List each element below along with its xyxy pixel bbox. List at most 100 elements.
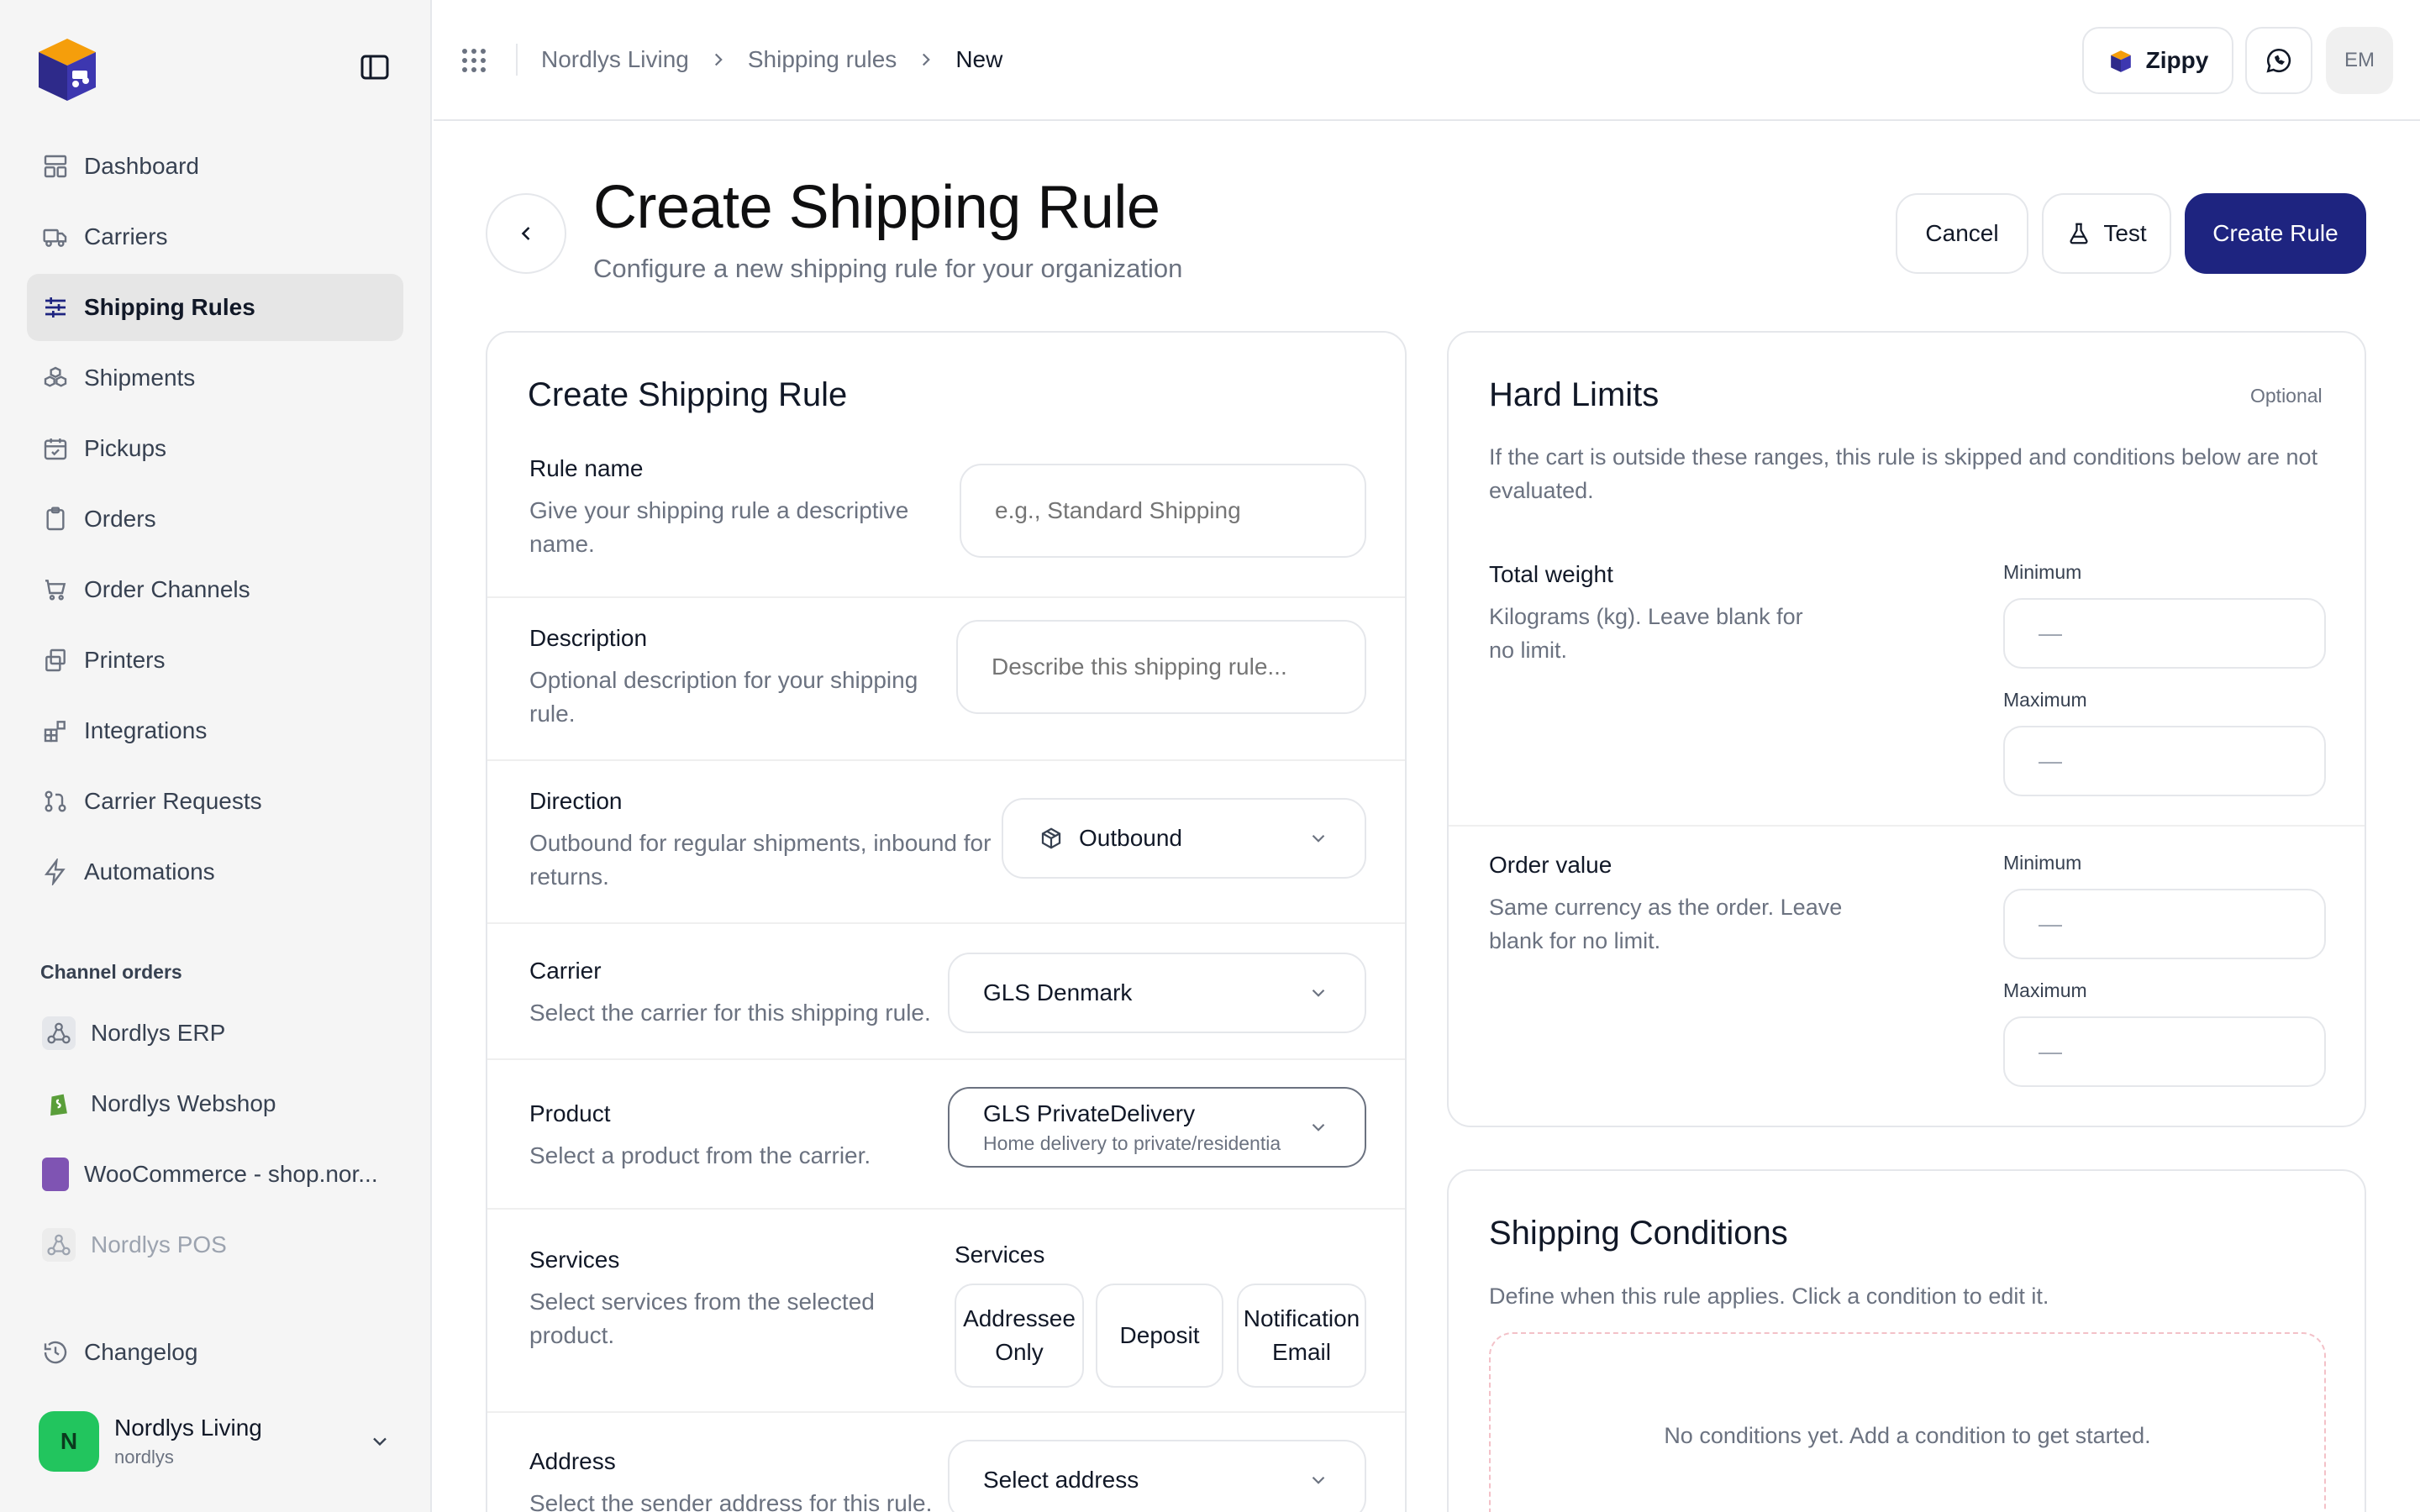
breadcrumb-org[interactable]: Nordlys Living [541,46,689,73]
order-maximum-label: Maximum [2003,979,2087,1001]
sidebar-item-pickups[interactable]: Pickups [27,415,403,482]
services-label: Services [529,1247,620,1273]
sidebar-item-printers[interactable]: Printers [27,627,403,694]
apps-grid-icon[interactable] [460,47,487,74]
chat-button[interactable] [2245,27,2312,94]
sidebar-item-label: Shipments [84,365,196,391]
flask-icon [2066,221,2091,246]
back-button[interactable] [486,193,566,274]
weight-maximum-input[interactable]: — [2003,726,2326,796]
chevron-left-icon [514,222,538,245]
chevron-down-icon [1307,1116,1329,1138]
sidebar-item-label: Automations [84,858,215,885]
zippy-label: Zippy [2145,47,2209,73]
sidebar-item-integrations[interactable]: Integrations [27,697,403,764]
product-label: Product [529,1100,611,1126]
breadcrumb-current: New [955,46,1003,72]
shipping-conditions-title: Shipping Conditions [1489,1215,1788,1252]
chevron-down-icon [1307,827,1329,849]
order-value-help: Same currency as the order. Leave blank … [1489,895,1843,953]
description-input[interactable] [956,620,1366,714]
zippy-button[interactable]: Zippy [2082,27,2233,94]
channel-item-nordlys-pos[interactable]: Nordlys POS [27,1211,403,1278]
sidebar-item-carrier-requests[interactable]: Carrier Requests [27,768,403,835]
webhook-icon [42,1228,76,1262]
direction-select[interactable]: Outbound [1002,798,1366,879]
service-addressee-only[interactable]: Addressee Only [955,1284,1084,1388]
conditions-empty-state[interactable]: No conditions yet. Add a condition to ge… [1489,1332,2326,1512]
sidebar-item-order-channels[interactable]: Order Channels [27,556,403,623]
carrier-row: Carrier Select the carrier for this ship… [487,922,1405,1058]
rule-name-input[interactable] [960,464,1366,558]
order-minimum-label: Minimum [2003,852,2082,874]
sidebar-item-label: Integrations [84,717,208,743]
weight-minimum-input[interactable]: — [2003,598,2326,669]
message-circle-icon [2265,46,2293,75]
zap-icon [42,858,69,885]
clipboard-icon [42,506,69,533]
org-switcher[interactable]: N Nordlys Living nordlys [39,1408,392,1475]
channel-item-woocommerce[interactable]: WooCommerce - shop.nor... [27,1141,403,1208]
org-text: Nordlys Living nordlys [114,1415,368,1468]
address-row: Address Select the sender address for th… [487,1411,1405,1512]
webhook-icon [42,1016,76,1050]
order-maximum-input[interactable]: — [2003,1016,2326,1087]
create-rule-form-card: Create Shipping Rule Rule name Give your… [486,331,1407,1512]
channel-orders-heading: Channel orders [40,961,182,983]
order-minimum-input[interactable]: — [2003,889,2326,959]
page-subtitle: Configure a new shipping rule for your o… [593,254,1183,283]
cart-icon [42,576,69,603]
app-logo-icon[interactable] [29,29,106,106]
sliders-icon [42,294,69,321]
cancel-button[interactable]: Cancel [1896,193,2028,274]
sidebar-item-dashboard[interactable]: Dashboard [27,133,403,200]
top-bar: Nordlys Living Shipping rules New Zippy … [434,0,2420,121]
channel-label: Nordlys POS [91,1231,227,1257]
channel-item-nordlys-erp[interactable]: Nordlys ERP [27,1000,403,1067]
carrier-value: GLS Denmark [983,979,1133,1005]
channel-label: Nordlys Webshop [91,1090,276,1116]
sidebar-item-label: Carrier Requests [84,788,262,814]
product-value: GLS PrivateDelivery [983,1100,1196,1126]
product-select[interactable]: GLS PrivateDelivery Home delivery to pri… [948,1087,1366,1168]
service-notification-email[interactable]: Notification Email [1237,1284,1366,1388]
divider [516,44,518,76]
carrier-select[interactable]: GLS Denmark [948,953,1366,1033]
user-avatar[interactable]: EM [2326,27,2393,94]
chevron-down-icon [368,1430,392,1453]
blocks-icon [42,717,69,744]
breadcrumb-shipping-rules[interactable]: Shipping rules [748,46,897,73]
shipping-conditions-description: Define when this rule applies. Click a c… [1489,1284,2049,1309]
boxes-icon [42,365,69,391]
address-select[interactable]: Select address [948,1440,1366,1512]
hard-limits-description: If the cart is outside these ranges, thi… [1489,444,2318,503]
sidebar-item-carriers[interactable]: Carriers [27,203,403,270]
sidebar-item-changelog[interactable]: Changelog [27,1319,403,1386]
sidebar: Dashboard Carriers Shipping Rules Shipme… [0,0,432,1512]
sidebar-item-label: Carriers [84,223,168,249]
direction-help: Outbound for regular shipments, inbound … [529,830,992,890]
sidebar-item-orders[interactable]: Orders [27,486,403,553]
test-button[interactable]: Test [2042,193,2171,274]
channel-item-nordlys-webshop[interactable]: Nordlys Webshop [27,1070,403,1137]
description-help: Optional description for your shipping r… [529,667,918,727]
git-pull-icon [42,788,69,815]
create-rule-button[interactable]: Create Rule [2185,193,2366,274]
sidebar-toggle-icon[interactable] [360,54,390,81]
hard-limits-card: Hard Limits Optional If the cart is outs… [1447,331,2366,1127]
calendar-check-icon [42,435,69,462]
weight-minimum-label: Minimum [2003,561,2082,583]
sidebar-item-shipping-rules[interactable]: Shipping Rules [27,274,403,341]
service-deposit[interactable]: Deposit [1096,1284,1223,1388]
sidebar-nav: Dashboard Carriers Shipping Rules Shipme… [27,133,403,909]
divider [1449,825,2365,827]
direction-value: Outbound [1079,825,1182,851]
sidebar-item-shipments[interactable]: Shipments [27,344,403,412]
printer-icon [42,647,69,674]
hard-limits-title: Hard Limits [1489,376,1660,413]
sidebar-item-automations[interactable]: Automations [27,838,403,906]
sidebar-item-label: Orders [84,506,156,532]
services-group-title: Services [955,1242,1045,1268]
sidebar-item-label: Order Channels [84,576,250,602]
history-icon [42,1339,69,1366]
